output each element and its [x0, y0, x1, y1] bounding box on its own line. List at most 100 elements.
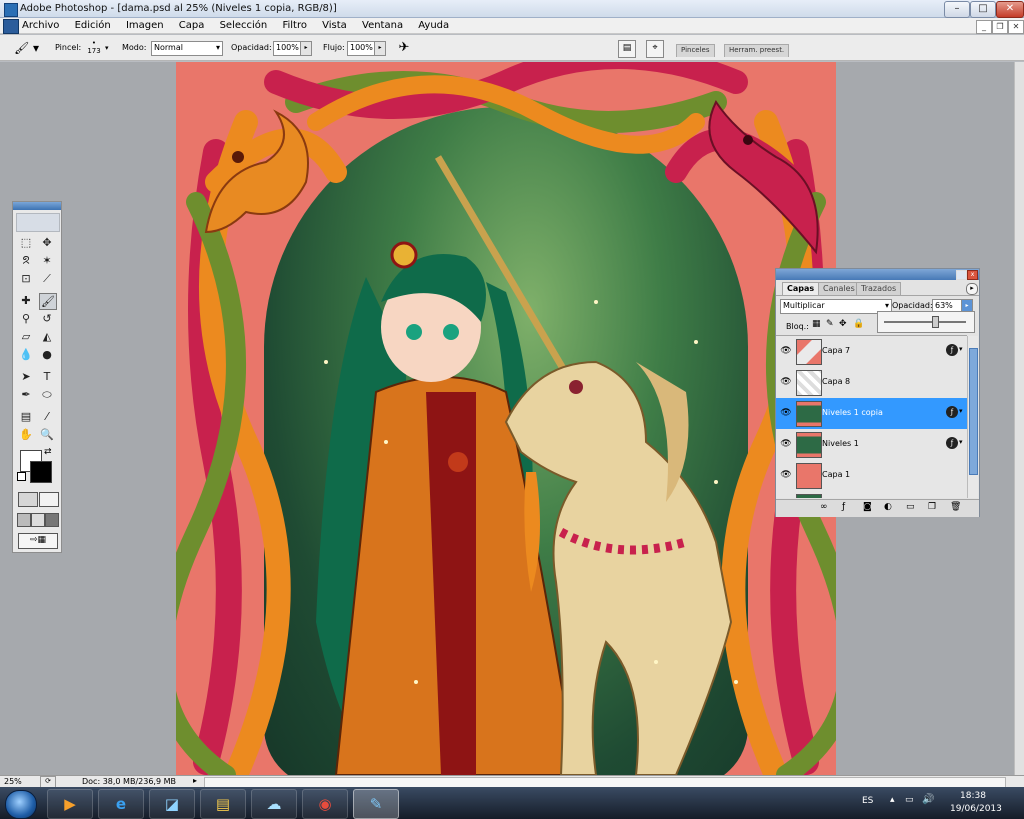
- eraser-tool-icon[interactable]: ▱: [18, 329, 34, 344]
- menu-capa[interactable]: Capa: [179, 20, 205, 31]
- lasso-tool-icon[interactable]: ᘝ: [18, 253, 34, 268]
- panel-minimize-icon[interactable]: [956, 270, 967, 280]
- layer-row-niveles-1[interactable]: 👁 Niveles 1 ƒ ▾: [776, 429, 967, 461]
- show-hidden-icons-icon[interactable]: ▴: [890, 795, 895, 805]
- blend-mode-select[interactable]: Multiplicar ▾: [780, 299, 892, 314]
- palette-well-icon[interactable]: ⌖: [646, 40, 664, 58]
- visibility-eye-icon[interactable]: 👁: [780, 377, 792, 387]
- feather-logo-icon[interactable]: [16, 213, 60, 232]
- opacity-input[interactable]: 100%: [273, 41, 303, 56]
- menu-archivo[interactable]: Archivo: [22, 20, 59, 31]
- maximize-button[interactable]: □: [970, 1, 996, 18]
- screen-mode-standard-icon[interactable]: [17, 513, 31, 527]
- tab-herramientas-preestablecidas[interactable]: Herram. preest.: [724, 44, 790, 57]
- expand-arrow-icon[interactable]: ▾: [959, 407, 963, 415]
- healing-brush-tool-icon[interactable]: ✚: [18, 293, 34, 308]
- background-color-swatch[interactable]: [30, 461, 52, 483]
- document-canvas[interactable]: [176, 62, 836, 775]
- layers-scroll-thumb[interactable]: [969, 348, 978, 475]
- paint-bucket-tool-icon[interactable]: ◭: [39, 329, 55, 344]
- toolbox-header[interactable]: [13, 202, 61, 210]
- status-menu-arrow[interactable]: ▸: [193, 776, 197, 785]
- layer-effects-icon[interactable]: ƒ: [946, 437, 958, 449]
- marquee-tool-icon[interactable]: ⬚: [18, 235, 34, 250]
- vertical-scrollbar[interactable]: [1014, 62, 1024, 775]
- file-browser-icon[interactable]: ▤: [618, 40, 636, 58]
- visibility-eye-icon[interactable]: 👁: [780, 439, 792, 449]
- panel-close-icon[interactable]: x: [967, 270, 978, 280]
- delete-layer-icon[interactable]: 🗑: [950, 502, 961, 512]
- crop-tool-icon[interactable]: ⊡: [18, 271, 34, 286]
- opacity-slider-popup[interactable]: [877, 311, 975, 333]
- screen-mode-full-icon[interactable]: [45, 513, 59, 527]
- start-button[interactable]: [5, 790, 37, 819]
- opacity-slider-button[interactable]: ▸: [300, 41, 312, 56]
- type-tool-icon[interactable]: T: [39, 369, 55, 384]
- mode-select[interactable]: Normal ▾: [151, 41, 223, 56]
- network-icon[interactable]: ▭: [905, 795, 914, 805]
- expand-arrow-icon[interactable]: ▾: [959, 438, 963, 446]
- menu-vista[interactable]: Vista: [322, 20, 347, 31]
- volume-icon[interactable]: 🔊: [922, 794, 934, 805]
- layer-row-capa-8[interactable]: 👁 Capa 8: [776, 367, 967, 399]
- add-style-icon[interactable]: ƒ: [842, 502, 845, 512]
- lock-all-icon[interactable]: 🔒: [853, 319, 864, 329]
- brush-tool-icon[interactable]: 🖌: [39, 293, 57, 310]
- magic-wand-tool-icon[interactable]: ✶: [39, 253, 55, 268]
- adjustment-layer-icon[interactable]: ◐: [884, 502, 892, 512]
- blur-tool-icon[interactable]: 💧: [18, 347, 34, 362]
- new-layer-icon[interactable]: ❐: [928, 502, 936, 512]
- lock-image-icon[interactable]: ✎: [826, 319, 834, 329]
- tab-pinceles[interactable]: Pinceles: [676, 44, 715, 57]
- layer-row-niveles-1-copia[interactable]: 👁 Niveles 1 copia ƒ ▾: [776, 398, 967, 430]
- menu-ayuda[interactable]: Ayuda: [418, 20, 449, 31]
- move-tool-icon[interactable]: ✥: [39, 235, 55, 250]
- lock-position-icon[interactable]: ✥: [839, 319, 847, 329]
- doc-minimize-button[interactable]: _: [976, 20, 992, 34]
- shape-tool-icon[interactable]: ⬭: [39, 387, 55, 402]
- link-layers-icon[interactable]: ∞: [820, 502, 828, 512]
- expand-arrow-icon[interactable]: ▾: [959, 345, 963, 353]
- lock-transparent-icon[interactable]: ▦: [812, 319, 821, 329]
- file-explorer-icon[interactable]: ▤: [200, 789, 246, 819]
- clock-date[interactable]: 19/06/2013: [950, 804, 1002, 814]
- standard-mode-icon[interactable]: [18, 492, 38, 507]
- visibility-eye-icon[interactable]: 👁: [780, 346, 792, 356]
- notes-tool-icon[interactable]: ▤: [18, 409, 34, 424]
- close-button[interactable]: ✕: [996, 1, 1024, 18]
- language-indicator[interactable]: ES: [862, 796, 873, 806]
- layer-effects-icon[interactable]: ƒ: [946, 406, 958, 418]
- media-player-icon[interactable]: ▶: [47, 789, 93, 819]
- cloud-app-icon[interactable]: ☁: [251, 789, 297, 819]
- menu-ventana[interactable]: Ventana: [362, 20, 403, 31]
- tab-canales[interactable]: Canales: [818, 282, 860, 295]
- doc-close-button[interactable]: ✕: [1008, 20, 1024, 34]
- doc-restore-button[interactable]: ❐: [992, 20, 1008, 34]
- minimize-button[interactable]: –: [944, 1, 970, 18]
- eyedropper-tool-icon[interactable]: ⁄: [39, 409, 55, 424]
- layer-row-capa-7[interactable]: 👁 Capa 7 ƒ ▾: [776, 336, 967, 368]
- chrome-icon[interactable]: ◉: [302, 789, 348, 819]
- hand-tool-icon[interactable]: ✋: [18, 427, 34, 442]
- window-app-icon[interactable]: ◪: [149, 789, 195, 819]
- layers-scrollbar[interactable]: [967, 336, 978, 498]
- zoom-level[interactable]: 25%: [4, 777, 22, 786]
- visibility-eye-icon[interactable]: 👁: [780, 470, 792, 480]
- swap-colors-icon[interactable]: ⇄: [44, 447, 52, 457]
- jump-to-imageready-icon[interactable]: ⇨▦: [18, 533, 58, 549]
- paint-app-icon[interactable]: ✎: [353, 789, 399, 819]
- layer-row-partial[interactable]: [776, 491, 967, 498]
- history-brush-tool-icon[interactable]: ↺: [39, 311, 55, 326]
- airbrush-icon[interactable]: ✈: [395, 39, 413, 57]
- layer-row-capa-1[interactable]: 👁 Capa 1: [776, 460, 967, 492]
- clone-stamp-tool-icon[interactable]: ⚲: [18, 311, 34, 326]
- flow-input[interactable]: 100%: [347, 41, 377, 56]
- path-selection-tool-icon[interactable]: ➤: [18, 369, 34, 384]
- brush-picker[interactable]: • 173: [84, 39, 104, 58]
- layers-panel-header[interactable]: x: [776, 269, 979, 280]
- dodge-tool-icon[interactable]: ●: [39, 347, 55, 362]
- menu-filtro[interactable]: Filtro: [282, 20, 307, 31]
- new-group-icon[interactable]: ▭: [906, 502, 915, 512]
- menu-seleccion[interactable]: Selección: [220, 20, 268, 31]
- slice-tool-icon[interactable]: ⟋: [39, 271, 55, 286]
